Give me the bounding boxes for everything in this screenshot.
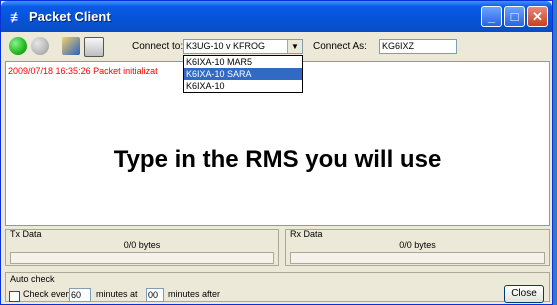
minutes-after-label: minutes after: [168, 289, 221, 299]
maximize-button[interactable]: □: [504, 6, 525, 27]
rx-data-label: Rx Data: [290, 229, 323, 239]
tx-data-label: Tx Data: [10, 229, 42, 239]
tx-progress-bar: [10, 252, 274, 264]
connect-as-field[interactable]: KG6IXZ: [379, 39, 457, 54]
close-window-button[interactable]: ✕: [527, 6, 548, 27]
app-icon: ≢: [10, 9, 24, 25]
connect-to-value: K3UG-10 v KFROG: [186, 41, 266, 51]
tx-data-value: 0/0 bytes: [123, 240, 161, 250]
instruction-caption: Type in the RMS you will use: [113, 146, 442, 173]
connect-to-label: Connect to:: [132, 41, 184, 52]
rx-data-panel: Rx Data 0/0 bytes: [285, 229, 550, 266]
minimize-button[interactable]: _: [481, 6, 502, 27]
minutes-at-input[interactable]: 00: [146, 288, 164, 302]
window-title: Packet Client: [29, 9, 111, 24]
close-button[interactable]: Close: [504, 285, 544, 303]
log-line: 2009/07/18 16:35:26 Packet initializat: [8, 66, 158, 76]
packet-client-window: ≢ Packet Client _ □ ✕ Connect to: K3UG-1…: [0, 0, 553, 305]
tx-data-panel: Tx Data 0/0 bytes: [5, 229, 279, 266]
connect-to-combo[interactable]: K3UG-10 v KFROG ▼: [183, 39, 303, 54]
dropdown-option[interactable]: K6IXA-10 MAR5: [184, 56, 302, 68]
stop-icon[interactable]: [31, 37, 49, 55]
print-icon[interactable]: [84, 37, 104, 57]
title-bar[interactable]: ≢ Packet Client _ □ ✕: [1, 1, 552, 32]
connect-as-label: Connect As:: [313, 41, 367, 52]
chevron-down-icon[interactable]: ▼: [287, 40, 302, 53]
auto-check-title: Auto check: [10, 274, 55, 284]
green-status-icon[interactable]: [9, 37, 27, 55]
check-every-checkbox[interactable]: [9, 291, 20, 302]
check-every-label: Check every: [23, 289, 74, 299]
rx-progress-bar: [290, 252, 545, 264]
edit-icon[interactable]: [62, 37, 80, 55]
connect-to-dropdown: K6IXA-10 MAR5 K6IXA-10 SARA K6IXA-10: [183, 55, 303, 93]
minutes-at-label: minutes at: [96, 289, 138, 299]
auto-check-group: Auto check Check every 60 minutes at 00 …: [5, 272, 550, 302]
dropdown-option-selected[interactable]: K6IXA-10 SARA: [184, 68, 302, 80]
rx-data-value: 0/0 bytes: [399, 240, 436, 250]
dropdown-option[interactable]: K6IXA-10: [184, 80, 302, 92]
check-every-input[interactable]: 60: [69, 288, 91, 302]
